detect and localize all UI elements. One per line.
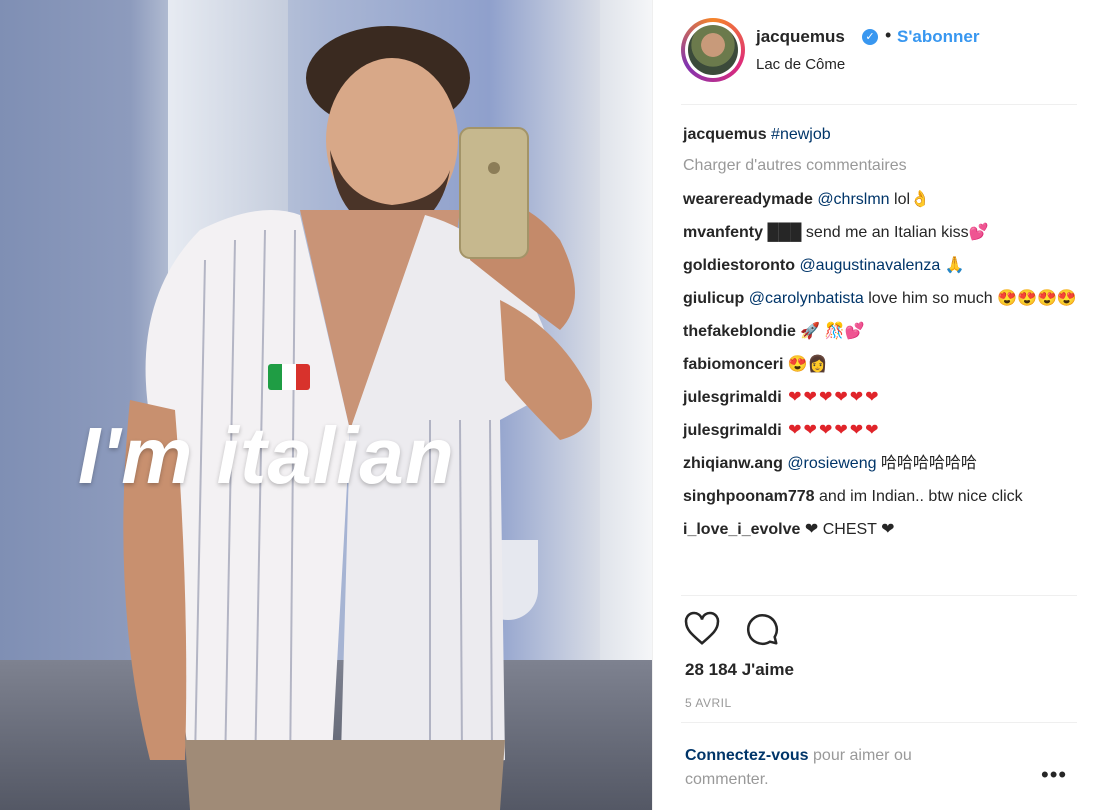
avatar-image <box>688 25 738 75</box>
comment-text: ❤❤❤❤❤❤ <box>781 389 881 406</box>
post-side-panel: jacquemus ✓ • S'abonner Lac de Côme jacq… <box>652 0 1104 810</box>
comments-list: jacquemus #newjob Charger d'autres comme… <box>683 124 1083 552</box>
comment-user[interactable]: julesgrimaldi <box>683 389 782 406</box>
comment-item: fabiomonceri 😍👩 <box>683 354 1083 376</box>
divider <box>681 722 1077 723</box>
comment-item: singhpoonam778 and im Indian.. btw nice … <box>683 486 1083 508</box>
comment-user[interactable]: fabiomonceri <box>683 356 783 373</box>
post-header: jacquemus ✓ • S'abonner Lac de Côme <box>681 18 1081 88</box>
comment-user[interactable]: mvanfenty <box>683 224 763 241</box>
comment-user[interactable]: wearereadymade <box>683 191 813 208</box>
comment-mention[interactable]: @carolynbatista <box>749 290 864 307</box>
caption-user[interactable]: jacquemus <box>683 126 767 143</box>
comment-text: ❤❤❤❤❤❤ <box>781 422 881 439</box>
comment-item: zhiqianw.ang @rosieweng 哈哈哈哈哈哈 <box>683 453 1083 475</box>
separator-dot: • <box>885 25 892 45</box>
verified-badge-icon: ✓ <box>862 29 878 45</box>
post-container: I'm italian jacquemus ✓ • S'abonner Lac … <box>0 0 1104 810</box>
comment-user[interactable]: julesgrimaldi <box>683 422 782 439</box>
location-link[interactable]: Lac de Côme <box>756 56 845 73</box>
comment-item: mvanfenty ███ send me an Italian kiss💕 <box>683 222 1083 244</box>
avatar[interactable] <box>681 18 745 82</box>
comment-item: thefakeblondie 🚀 🎊💕 <box>683 321 1083 343</box>
comment-user[interactable]: giulicup <box>683 290 744 307</box>
comment-mention[interactable]: @augustinavalenza <box>799 257 940 274</box>
login-prompt: Connectez-vous pour aimer ou commenter. <box>685 744 985 792</box>
man-selfie-figure <box>123 26 592 810</box>
comment-user[interactable]: i_love_i_evolve <box>683 521 800 538</box>
load-more-comments-button[interactable]: Charger d'autres commentaires <box>683 157 1083 175</box>
login-link[interactable]: Connectez-vous <box>685 747 809 764</box>
comment-user[interactable]: zhiqianw.ang <box>683 455 783 472</box>
comment-item: julesgrimaldi ❤❤❤❤❤❤ <box>683 387 1083 409</box>
comment-text: ❤ CHEST ❤ <box>800 521 895 538</box>
comment-text: 🙏 <box>940 257 965 274</box>
comment-mention[interactable]: @rosieweng <box>787 455 876 472</box>
comment-text: 哈哈哈哈哈哈 <box>876 455 977 472</box>
comment-text: love him so much 😍😍😍😍 <box>863 290 1077 307</box>
comment-item: goldiestoronto @augustinavalenza 🙏 <box>683 255 1083 277</box>
likes-count[interactable]: 28 184 J'aime <box>685 660 794 680</box>
comment-item: giulicup @carolynbatista love him so muc… <box>683 288 1083 310</box>
comment-text: lol👌 <box>889 191 930 208</box>
comment-user[interactable]: goldiestoronto <box>683 257 795 274</box>
divider <box>681 595 1077 596</box>
comment-item: julesgrimaldi ❤❤❤❤❤❤ <box>683 420 1083 442</box>
comment-item: wearereadymade @chrslmn lol👌 <box>683 189 1083 211</box>
username[interactable]: jacquemus <box>756 27 845 47</box>
comment-icon[interactable] <box>743 610 781 648</box>
comment-text: and im Indian.. btw nice click <box>814 488 1023 505</box>
comment-user[interactable]: singhpoonam778 <box>683 488 815 505</box>
comment-text: 😍👩 <box>783 356 828 373</box>
photo-caption-overlay: I'm italian <box>78 411 455 500</box>
comment-mention[interactable]: @chrslmn <box>817 191 889 208</box>
comment-item: i_love_i_evolve ❤ CHEST ❤ <box>683 519 1083 541</box>
comment-user[interactable]: thefakeblondie <box>683 323 796 340</box>
comment-text: ███ send me an Italian kiss💕 <box>763 224 989 241</box>
follow-button[interactable]: S'abonner <box>897 27 979 47</box>
more-options-icon[interactable]: ••• <box>1041 762 1067 788</box>
italian-flag-icon <box>268 364 310 390</box>
divider <box>681 104 1077 105</box>
heart-icon[interactable] <box>683 610 721 648</box>
caption-hashtag[interactable]: #newjob <box>771 126 831 143</box>
post-date: 5 AVRIL <box>685 696 732 710</box>
post-caption: jacquemus #newjob <box>683 124 1083 146</box>
post-photo[interactable]: I'm italian <box>0 0 652 810</box>
comment-text: 🚀 🎊💕 <box>795 323 865 340</box>
